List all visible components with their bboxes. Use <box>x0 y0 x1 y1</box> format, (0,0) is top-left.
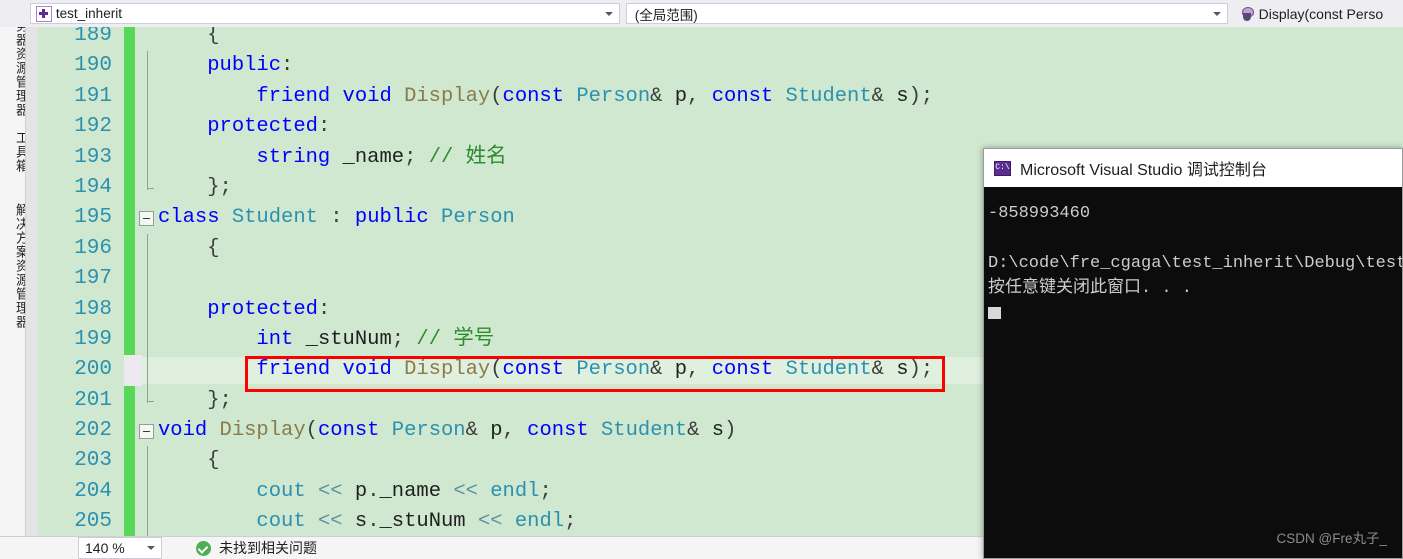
debug-console-window[interactable]: Microsoft Visual Studio 调试控制台 -858993460… <box>983 148 1403 559</box>
change-indicator-bar <box>124 476 135 508</box>
line-number: 194 <box>74 175 112 199</box>
fold-guide-line <box>135 355 157 385</box>
fold-collapse-icon[interactable] <box>135 203 157 233</box>
status-bar-gutter <box>0 537 78 559</box>
change-indicator-bar <box>124 507 135 536</box>
navigation-bar: test_inherit (全局范围) Display(const Perso <box>0 0 1403 27</box>
line-number: 189 <box>74 27 112 47</box>
fold-guide-line <box>135 325 157 355</box>
line-number: 192 <box>74 115 112 139</box>
fold-guide-line <box>135 143 157 173</box>
fold-guide-line <box>135 27 157 51</box>
change-indicator-bar <box>124 172 135 204</box>
member-selector-dropdown[interactable]: Display(const Perso <box>1233 3 1403 24</box>
change-indicator-bar <box>124 203 135 234</box>
line-number: 199 <box>74 327 112 351</box>
scope-selector-value: (全局范围) <box>634 7 698 23</box>
console-output-line: -858993460 <box>988 204 1091 223</box>
fold-guide-line <box>135 264 157 294</box>
console-output-line: D:\code\fre_cgaga\test_inherit\Debug\tes… <box>988 254 1402 273</box>
line-number: 205 <box>74 510 112 534</box>
fold-guide-line <box>135 446 157 476</box>
line-number: 203 <box>74 449 112 473</box>
line-number: 193 <box>74 145 112 169</box>
zoom-level-dropdown[interactable]: 140 % <box>78 537 162 559</box>
watermark-text: CSDN @Fre丸子_ <box>1276 531 1387 546</box>
change-indicator-bar <box>124 324 135 356</box>
change-indicator-bar <box>124 233 135 265</box>
navbar-gutter <box>0 0 28 27</box>
fold-guide-line <box>135 112 157 142</box>
fold-guide-line <box>135 477 157 507</box>
editor-outer-margin <box>26 27 38 536</box>
fold-guide-line <box>135 295 157 325</box>
code-text: protected: <box>207 115 331 139</box>
change-indicator-bar <box>124 142 135 173</box>
chevron-down-icon[interactable] <box>604 4 613 23</box>
sidebar-tab-solution-explorer[interactable]: 解决方案资源管理器 <box>5 203 25 329</box>
code-text: public: <box>207 54 294 78</box>
sidebar-tab-toolbox[interactable]: 工具箱 <box>5 131 25 173</box>
change-indicator-bar <box>124 385 135 417</box>
change-indicator-bar <box>124 112 135 143</box>
fold-guide-line <box>135 234 157 264</box>
line-number: 200 <box>74 358 112 382</box>
check-circle-icon <box>196 540 211 556</box>
change-indicator-bar <box>124 294 135 325</box>
scope-selector-dropdown[interactable]: (全局范围) <box>625 3 1228 24</box>
project-selector-value: test_inherit <box>55 6 122 21</box>
console-cursor <box>988 307 1001 319</box>
fold-guide-line <box>135 51 157 81</box>
issue-status-text: 未找到相关问题 <box>219 540 317 556</box>
console-title-bar[interactable]: Microsoft Visual Studio 调试控制台 <box>984 149 1402 187</box>
code-line[interactable]: 190 public: <box>38 51 1403 82</box>
fold-guide-line <box>135 173 157 203</box>
code-text: { <box>207 27 220 47</box>
line-number: 197 <box>74 267 112 291</box>
sidebar-tab-server-explorer[interactable]: 服务器资源管理器 <box>5 27 25 117</box>
console-icon <box>994 160 1011 176</box>
left-tool-rail: 服务器资源管理器 工具箱 解决方案资源管理器 <box>0 27 26 536</box>
line-number: 196 <box>74 236 112 260</box>
chevron-down-icon[interactable] <box>147 538 155 558</box>
vs-editor-window: test_inherit (全局范围) Display(const Perso … <box>0 0 1403 559</box>
code-line[interactable]: 189 { <box>38 27 1403 52</box>
member-icon <box>1239 6 1255 22</box>
issue-status: 未找到相关问题 <box>196 538 317 558</box>
change-indicator-bar <box>124 416 135 447</box>
code-text: friend void Display(const Person& p, con… <box>256 84 934 108</box>
change-indicator-bar <box>124 264 135 295</box>
chevron-down-icon[interactable] <box>1212 4 1221 23</box>
line-number: 195 <box>74 206 112 230</box>
change-indicator-bar <box>124 81 135 113</box>
code-line[interactable]: 192 protected: <box>38 112 1403 143</box>
code-line[interactable]: 191 friend void Display(const Person& p,… <box>38 81 1403 113</box>
change-indicator-bar <box>124 446 135 477</box>
line-number: 191 <box>74 84 112 108</box>
project-icon <box>35 5 52 22</box>
line-number: 204 <box>74 479 112 503</box>
fold-collapse-icon[interactable] <box>135 416 157 446</box>
fold-guide-line <box>135 82 157 112</box>
change-indicator-bar <box>124 27 135 52</box>
fold-guide-line <box>135 507 157 536</box>
fold-guide-line <box>135 386 157 416</box>
zoom-level-value: 140 % <box>85 540 125 556</box>
console-output: -858993460 D:\code\fre_cgaga\test_inherit… <box>984 187 1402 558</box>
console-output-line: 按任意键关闭此窗口. . . <box>988 279 1193 298</box>
project-selector-dropdown[interactable]: test_inherit <box>29 3 620 24</box>
line-number: 198 <box>74 297 112 321</box>
console-title-text: Microsoft Visual Studio 调试控制台 <box>1020 162 1267 179</box>
member-selector-value: Display(const Perso <box>1258 5 1384 22</box>
line-number: 190 <box>74 54 112 78</box>
change-indicator-bar <box>124 51 135 82</box>
line-number: 202 <box>74 419 112 443</box>
line-number: 201 <box>74 388 112 412</box>
